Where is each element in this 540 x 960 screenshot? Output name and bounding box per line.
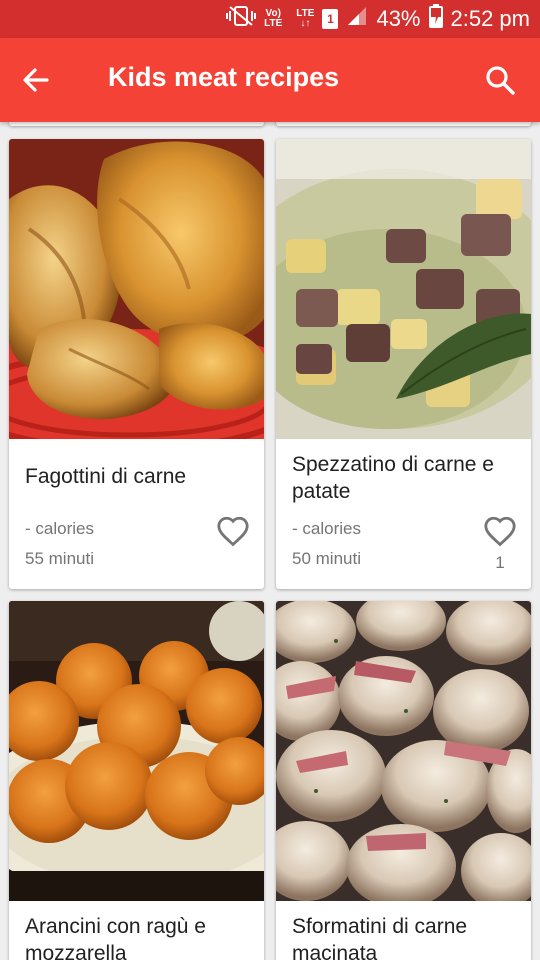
favorite-button[interactable] bbox=[216, 515, 250, 547]
recipe-time: 50 minuti bbox=[292, 549, 361, 568]
recipe-image[interactable] bbox=[9, 601, 264, 901]
heart-outline-icon bbox=[217, 516, 249, 547]
favorite-button[interactable] bbox=[483, 515, 517, 547]
lte-icon: LTE ↓↑ bbox=[296, 9, 314, 29]
status-icons: Vo) LTE LTE ↓↑ 1 43% 2:52 pm bbox=[226, 4, 531, 34]
recipe-image[interactable] bbox=[276, 139, 531, 439]
recipe-calories: - calories bbox=[292, 519, 361, 538]
signal-icon bbox=[346, 5, 368, 33]
battery-charging-icon bbox=[428, 4, 443, 34]
sim-icon: 1 bbox=[322, 9, 339, 29]
recipe-calories: - calories bbox=[25, 519, 94, 538]
recipe-card[interactable]: Arancini con ragù e mozzarella bbox=[9, 601, 264, 960]
like-count: 1 bbox=[495, 553, 505, 572]
battery-percent: 43% bbox=[376, 6, 421, 31]
search-icon bbox=[486, 66, 515, 95]
recipe-card[interactable]: Spezzatino di carne e patate - calories … bbox=[276, 139, 531, 589]
search-button[interactable] bbox=[480, 60, 520, 100]
volte-bottom-label: LTE bbox=[264, 18, 283, 29]
recipe-card[interactable]: Fagottini di carne - calories 55 minuti bbox=[9, 139, 264, 589]
recipe-grid[interactable]: Fagottini di carne - calories 55 minuti bbox=[0, 122, 540, 960]
recipe-title[interactable]: Spezzatino di carne e patate bbox=[292, 451, 520, 505]
page-title: Kids meat recipes bbox=[108, 62, 340, 92]
status-bar: Vo) LTE LTE ↓↑ 1 43% 2:52 pm bbox=[0, 0, 540, 38]
mute-vibrate-icon bbox=[226, 5, 257, 33]
recipe-card[interactable]: Sformatini di carne macinata bbox=[276, 601, 531, 960]
recipe-time: 55 minuti bbox=[25, 549, 94, 568]
recipe-title[interactable]: Arancini con ragù e mozzarella bbox=[25, 913, 253, 960]
recipe-title[interactable]: Sformatini di carne macinata bbox=[292, 913, 520, 960]
recipe-title[interactable]: Fagottini di carne bbox=[25, 463, 253, 490]
heart-outline-icon bbox=[484, 516, 516, 547]
recipe-card-partial-left[interactable] bbox=[9, 122, 264, 126]
recipe-image[interactable] bbox=[276, 601, 531, 901]
volte-icon: Vo) LTE bbox=[264, 9, 282, 29]
recipe-card-partial-right[interactable] bbox=[276, 122, 531, 126]
recipe-image[interactable] bbox=[9, 139, 264, 439]
back-button[interactable] bbox=[16, 60, 56, 100]
clock: 2:52 pm bbox=[450, 6, 531, 31]
lte-bottom-label: ↓↑ bbox=[300, 18, 311, 29]
arrow-back-icon bbox=[23, 68, 49, 92]
app-toolbar: Kids meat recipes bbox=[0, 38, 540, 122]
